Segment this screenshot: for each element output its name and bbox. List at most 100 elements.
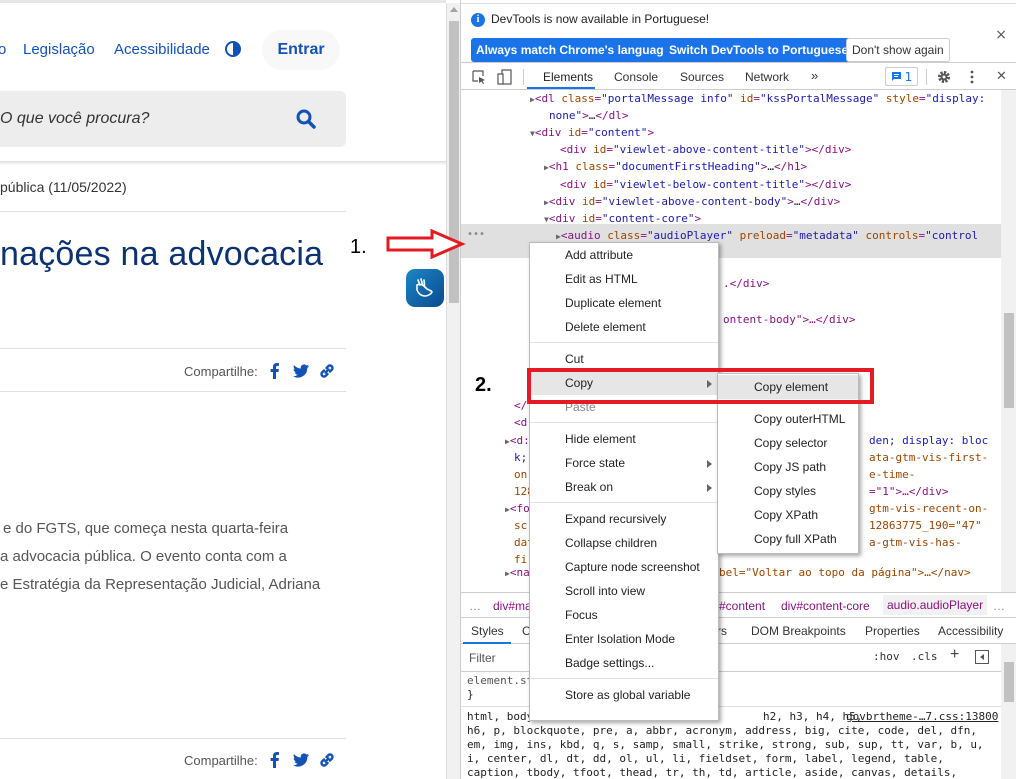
switch-to-portuguese-button[interactable]: Switch DevTools to Portuguese bbox=[664, 38, 854, 62]
menu-item-badge-settings[interactable]: Badge settings... bbox=[530, 651, 718, 675]
dom-node-line[interactable]: ▼<div id="content"> bbox=[530, 124, 654, 142]
facebook-icon[interactable] bbox=[266, 751, 284, 769]
link-icon[interactable] bbox=[318, 751, 336, 769]
menu-item-duplicate-element[interactable]: Duplicate element bbox=[530, 291, 718, 315]
dont-show-again-button[interactable]: Don't show again bbox=[846, 38, 950, 62]
dom-scrollbar[interactable] bbox=[1001, 90, 1016, 592]
class-toggle[interactable]: .cls bbox=[911, 650, 938, 663]
tab-accessibility[interactable]: Accessibility bbox=[938, 624, 1003, 638]
menu-item-expand-recursively[interactable]: Expand recursively bbox=[530, 507, 718, 531]
dom-node-line[interactable]: ▶<div id="viewlet-above-content-body">…<… bbox=[544, 193, 840, 211]
tab-styles[interactable]: Styles bbox=[471, 624, 504, 638]
scrollbar-thumb[interactable] bbox=[449, 21, 459, 303]
menu-item-copy-full-xpath[interactable]: Copy full XPath bbox=[718, 527, 858, 551]
twitter-icon[interactable] bbox=[292, 751, 310, 769]
new-style-rule-button[interactable]: + bbox=[950, 646, 959, 664]
menu-item-capture-node-screenshot[interactable]: Capture node screenshot bbox=[530, 555, 718, 579]
nav-link-legislacao[interactable]: Legislação bbox=[23, 41, 95, 58]
sign-language-button[interactable] bbox=[406, 269, 444, 307]
search-input[interactable]: O que você procura? bbox=[0, 110, 149, 128]
style-rule-selector[interactable]: element.st bbox=[467, 674, 533, 689]
contrast-icon[interactable] bbox=[225, 41, 241, 57]
menu-item-break-on[interactable]: Break on bbox=[530, 475, 718, 499]
dom-fragment[interactable]: den; display: bloc bbox=[869, 432, 988, 449]
dom-fragment[interactable]: .</div> bbox=[723, 275, 769, 292]
menu-item-focus[interactable]: Focus bbox=[530, 603, 718, 627]
menu-item-edit-as-html[interactable]: Edit as HTML bbox=[530, 267, 718, 291]
menu-item-store-as-global-variable[interactable]: Store as global variable bbox=[530, 683, 718, 707]
dom-fragment[interactable]: ▶<na bbox=[505, 564, 530, 582]
dom-fragment[interactable]: ontent-body">…</div> bbox=[723, 311, 855, 328]
menu-item-copy-outerhtml[interactable]: Copy outerHTML bbox=[718, 407, 858, 431]
breadcrumb[interactable]: pública (11/05/2022) bbox=[0, 179, 127, 195]
dom-fragment[interactable]: e-time- bbox=[869, 466, 915, 483]
menu-item-label: Add attribute bbox=[565, 248, 634, 262]
menu-item-enter-isolation-mode[interactable]: Enter Isolation Mode bbox=[530, 627, 718, 651]
dom-fragment[interactable]: gtm-vis-recent-on- bbox=[869, 500, 988, 517]
hover-state-toggle[interactable]: :hov bbox=[873, 650, 900, 663]
dom-fragment[interactable]: ="1">…</div> bbox=[869, 483, 948, 500]
facebook-icon[interactable] bbox=[266, 362, 284, 380]
menu-item-hide-element[interactable]: Hide element bbox=[530, 427, 718, 451]
menu-item-add-attribute[interactable]: Add attribute bbox=[530, 243, 718, 267]
tab-elements[interactable]: Elements bbox=[543, 70, 593, 84]
menu-item-collapse-children[interactable]: Collapse children bbox=[530, 531, 718, 555]
page-scrollbar[interactable] bbox=[446, 3, 460, 779]
search-icon[interactable] bbox=[296, 109, 316, 129]
styles-scrollbar[interactable] bbox=[1001, 644, 1016, 779]
menu-item-copy-xpath[interactable]: Copy XPath bbox=[718, 503, 858, 527]
dom-fragment[interactable]: </ bbox=[514, 397, 527, 414]
device-toolbar-icon[interactable] bbox=[497, 69, 513, 85]
dom-fragment[interactable]: ▶<fo bbox=[505, 500, 530, 518]
dom-node-line[interactable]: ▶<h1 class="documentFirstHeading">…</h1> bbox=[544, 158, 807, 176]
dom-fragment[interactable]: a-gtm-vis-has- bbox=[869, 534, 962, 551]
close-devtools-icon[interactable]: ✕ bbox=[996, 68, 1007, 84]
toggle-sidebar-icon[interactable] bbox=[975, 650, 989, 664]
menu-item-delete-element[interactable]: Delete element bbox=[530, 315, 718, 339]
issues-button[interactable]: 1 bbox=[885, 67, 918, 86]
dom-fragment[interactable]: bel="Voltar ao topo da página">…</nav> bbox=[719, 564, 971, 581]
dom-node-line[interactable]: ▶<dl class="portalMessage info" id="kssP… bbox=[530, 90, 985, 108]
tab-sources[interactable]: Sources bbox=[680, 70, 724, 84]
tab-dom-breakpoints[interactable]: DOM Breakpoints bbox=[751, 624, 846, 638]
nav-link-acessibilidade[interactable]: Acessibilidade bbox=[114, 41, 210, 58]
dom-fragment[interactable]: ▶<d: bbox=[505, 432, 530, 450]
search-bar[interactable]: O que você procura? bbox=[0, 91, 346, 147]
style-rule-selector[interactable]: html, body bbox=[467, 710, 533, 725]
dom-node-line[interactable]: none">…</dl> bbox=[549, 107, 629, 124]
dom-node-line[interactable]: <div id="viewlet-above-content-title"></… bbox=[560, 141, 851, 158]
more-options-icon[interactable] bbox=[964, 69, 980, 85]
link-icon[interactable] bbox=[318, 362, 336, 380]
login-button[interactable]: Entrar bbox=[262, 30, 340, 70]
menu-item-copy-selector[interactable]: Copy selector bbox=[718, 431, 858, 455]
stylesheet-source-link[interactable]: govbrtheme-…7.css:13800 bbox=[846, 710, 998, 725]
breadcrumb-item[interactable]: div#ma bbox=[493, 599, 532, 613]
menu-item-scroll-into-view[interactable]: Scroll into view bbox=[530, 579, 718, 603]
dom-node-line[interactable]: ▼<div id="content-core"> bbox=[544, 210, 701, 228]
breadcrumb-overflow[interactable]: … bbox=[993, 599, 1005, 613]
breadcrumb-item[interactable]: div#content-core bbox=[781, 599, 870, 613]
match-language-button[interactable]: Always match Chrome's language bbox=[471, 38, 676, 62]
scroll-up-arrow-icon[interactable] bbox=[450, 7, 458, 12]
dom-node-line[interactable]: <div id="viewlet-below-content-title"></… bbox=[560, 176, 851, 193]
tab-network[interactable]: Network bbox=[745, 70, 789, 84]
tab-console[interactable]: Console bbox=[614, 70, 658, 84]
tab-properties[interactable]: Properties bbox=[865, 624, 920, 638]
twitter-icon[interactable] bbox=[292, 362, 310, 380]
breadcrumb-item[interactable]: #content bbox=[719, 599, 765, 613]
breadcrumb-item-selected[interactable]: audio.audioPlayer bbox=[883, 595, 988, 615]
more-tabs-icon[interactable]: » bbox=[811, 68, 818, 83]
node-actions-icon[interactable]: ••• bbox=[467, 226, 485, 243]
close-icon[interactable]: × bbox=[995, 27, 1007, 43]
scrollbar-thumb[interactable] bbox=[1004, 313, 1014, 408]
nav-link-partial[interactable]: o bbox=[0, 41, 6, 58]
dom-fragment[interactable]: ata-gtm-vis-first- bbox=[869, 449, 988, 466]
scrollbar-thumb[interactable] bbox=[1004, 662, 1014, 702]
breadcrumb-overflow[interactable]: … bbox=[469, 599, 481, 613]
menu-item-copy-styles[interactable]: Copy styles bbox=[718, 479, 858, 503]
menu-item-copy-js-path[interactable]: Copy JS path bbox=[718, 455, 858, 479]
dom-fragment[interactable]: 12863775_190="47" bbox=[869, 517, 982, 534]
menu-item-force-state[interactable]: Force state bbox=[530, 451, 718, 475]
settings-gear-icon[interactable] bbox=[936, 69, 952, 85]
inspect-element-icon[interactable] bbox=[471, 69, 487, 85]
